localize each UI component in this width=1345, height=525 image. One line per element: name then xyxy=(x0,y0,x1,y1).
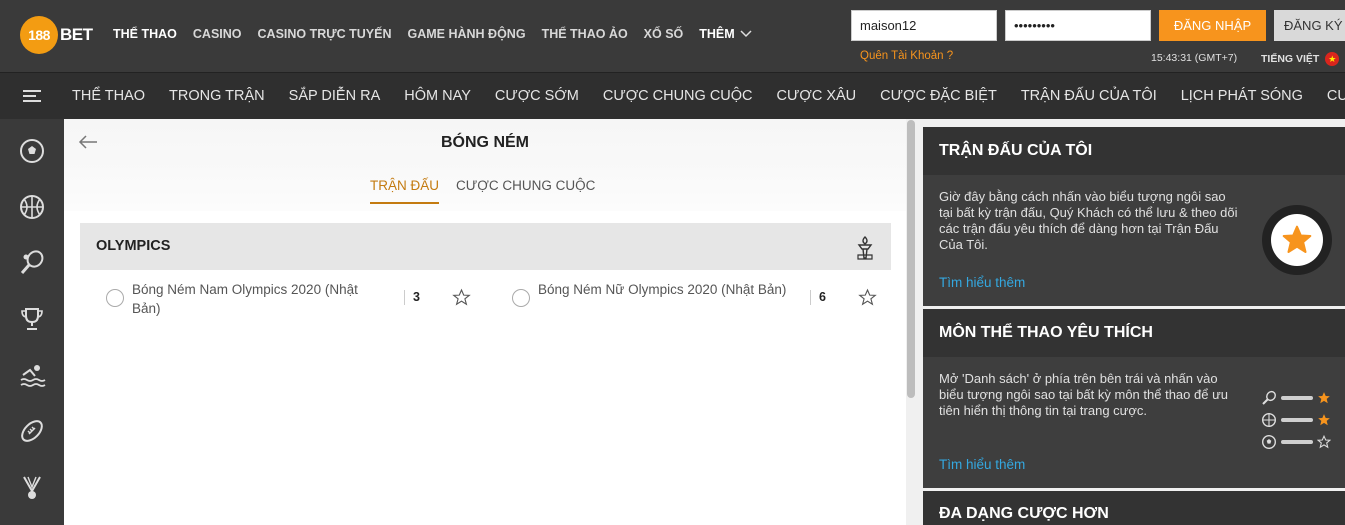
star-icon xyxy=(1282,225,1312,253)
favorite-star-illustration xyxy=(1262,205,1332,275)
logo-badge: 188 xyxy=(20,16,58,54)
sports-nav-tran-dau-cua-toi[interactable]: TRẬN ĐẤU CỦA TÔI xyxy=(1021,88,1157,104)
sports-nav-cuoc-som[interactable]: CƯỢC SỚM xyxy=(495,88,579,104)
soccer-icon xyxy=(1261,434,1277,450)
sports-nav-the-thao[interactable]: THỂ THAO xyxy=(72,88,145,104)
tennis-icon xyxy=(1262,390,1276,405)
top-nav: THỂ THAO CASINO CASINO TRỰC TUYẾN GAME H… xyxy=(113,27,768,41)
favorite-sports-title: MÔN THỂ THAO YÊU THÍCH xyxy=(923,309,1345,357)
sports-nav-cuoc-xau[interactable]: CƯỢC XÂU xyxy=(777,88,857,104)
top-nav-casino[interactable]: CASINO xyxy=(193,27,242,41)
star-icon xyxy=(1318,414,1330,426)
top-header: 188 BET THỂ THAO CASINO CASINO TRỰC TUYẾ… xyxy=(0,0,1345,72)
competition-group-header[interactable]: OLYMPICS xyxy=(80,223,891,270)
login-form: ĐĂNG NHẬP ĐĂNG KÝ xyxy=(851,10,1345,41)
sports-nav-cuoc-more[interactable]: CƯỢC xyxy=(1327,88,1345,104)
sports-nav-sap-dien-ra[interactable]: SẮP DIỄN RA xyxy=(289,88,381,104)
sports-nav-cuoc-dac-biet[interactable]: CƯỢC ĐẶC BIỆT xyxy=(880,88,997,104)
match-count: 6 xyxy=(810,290,826,305)
american-football-icon[interactable] xyxy=(18,417,46,445)
favorite-sports-widget: MÔN THỂ THAO YÊU THÍCH Mở 'Danh sách' ở … xyxy=(923,309,1345,488)
clock: 15:43:31 (GMT+7) xyxy=(1151,52,1238,64)
trophy-icon[interactable] xyxy=(18,305,46,333)
more-bets-title: ĐA DẠNG CƯỢC HƠN xyxy=(923,491,1345,525)
favorite-sports-text: Mở 'Danh sách' ở phía trên bên trái và n… xyxy=(939,371,1229,418)
my-matches-text: Giờ đây bằng cách nhấn vào biểu tượng ng… xyxy=(939,189,1238,252)
competition-group-title: OLYMPICS xyxy=(96,238,171,254)
logo[interactable]: 188 BET xyxy=(20,16,93,54)
my-matches-title: TRẬN ĐẤU CỦA TÔI xyxy=(923,127,1345,175)
hamburger-menu-icon[interactable] xyxy=(23,90,41,105)
favorite-sports-learn-more-link[interactable]: Tìm hiểu thêm xyxy=(939,457,1025,472)
competition-select-radio[interactable] xyxy=(106,289,124,307)
logo-text: BET xyxy=(60,25,93,44)
top-nav-the-thao-ao[interactable]: THỂ THAO ẢO xyxy=(542,27,628,41)
sports-nav-cuoc-chung-cuoc[interactable]: CƯỢC CHUNG CUỘC xyxy=(603,88,753,104)
sports-nav-lich-phat-song[interactable]: LỊCH PHÁT SÓNG xyxy=(1181,88,1303,104)
top-nav-more[interactable]: THÊM xyxy=(699,27,752,41)
star-outline-icon xyxy=(1317,435,1331,449)
badminton-icon[interactable] xyxy=(18,473,46,501)
username-input[interactable] xyxy=(851,10,997,41)
sports-nav-items: THỂ THAO TRONG TRẬN SẮP DIỄN RA HÔM NAY … xyxy=(72,88,1345,104)
star-icon[interactable] xyxy=(858,288,877,307)
favorite-sports-illustration xyxy=(1261,387,1331,453)
password-input[interactable] xyxy=(1005,10,1151,41)
sports-nav-trong-tran[interactable]: TRONG TRẬN xyxy=(169,88,265,104)
chevron-down-icon xyxy=(740,30,752,38)
competition-item[interactable]: Bóng Ném Nữ Olympics 2020 (Nhật Bản) 6 xyxy=(512,280,892,320)
tab-tran-dau[interactable]: TRẬN ĐẤU xyxy=(370,178,440,204)
match-count: 3 xyxy=(404,290,420,305)
language-selector[interactable]: TIẾNG VIỆT ★ xyxy=(1261,52,1340,66)
scrollbar-thumb[interactable] xyxy=(907,120,915,398)
sports-nav-hom-nay[interactable]: HÔM NAY xyxy=(404,88,471,104)
swimming-icon[interactable] xyxy=(18,361,46,389)
page-title: BÓNG NÉM xyxy=(441,134,529,151)
basketball-icon xyxy=(1261,412,1277,428)
top-nav-the-thao[interactable]: THỂ THAO xyxy=(113,27,177,41)
favorite-sports-body: Mở 'Danh sách' ở phía trên bên trái và n… xyxy=(923,357,1345,472)
top-nav-casino-truc-tuyen[interactable]: CASINO TRỰC TUYẾN xyxy=(258,27,392,41)
more-bets-widget: ĐA DẠNG CƯỢC HƠN xyxy=(923,491,1345,525)
soccer-icon[interactable] xyxy=(18,137,46,165)
competition-name: Bóng Ném Nữ Olympics 2020 (Nhật Bản) xyxy=(538,282,787,297)
forgot-account-link[interactable]: Quên Tài Khoản ? xyxy=(860,50,953,62)
vietnam-flag-icon: ★ xyxy=(1325,52,1340,66)
top-nav-xo-so[interactable]: XỔ SỐ xyxy=(644,27,684,41)
sport-header: BÓNG NÉM TRẬN ĐẤU CƯỢC CHUNG CUỘC xyxy=(64,119,906,211)
top-nav-more-label: THÊM xyxy=(699,27,735,41)
basketball-icon[interactable] xyxy=(18,193,46,221)
top-nav-game-hanh-dong[interactable]: GAME HÀNH ĐỘNG xyxy=(408,27,526,41)
register-button[interactable]: ĐĂNG KÝ xyxy=(1274,10,1345,41)
language-label: TIẾNG VIỆT xyxy=(1261,53,1320,65)
sport-tabs: TRẬN ĐẤU CƯỢC CHUNG CUỘC xyxy=(370,178,612,204)
star-icon[interactable] xyxy=(452,288,471,307)
olympic-torch-icon xyxy=(857,236,873,260)
my-matches-learn-more-link[interactable]: Tìm hiểu thêm xyxy=(939,275,1025,290)
main-panel: BÓNG NÉM TRẬN ĐẤU CƯỢC CHUNG CUỘC OLYMPI… xyxy=(64,119,906,525)
tennis-icon[interactable] xyxy=(18,249,46,277)
competition-name: Bóng Ném Nam Olympics 2020 (Nhật Bản) xyxy=(132,282,358,316)
sports-sidebar xyxy=(0,119,64,525)
login-button[interactable]: ĐĂNG NHẬP xyxy=(1159,10,1266,41)
sports-nav: THỂ THAO TRONG TRẬN SẮP DIỄN RA HÔM NAY … xyxy=(0,72,1345,119)
my-matches-body: Giờ đây bằng cách nhấn vào biểu tượng ng… xyxy=(923,175,1345,290)
competition-select-radio[interactable] xyxy=(512,289,530,307)
star-icon xyxy=(1318,392,1330,404)
tab-cuoc-chung-cuoc[interactable]: CƯỢC CHUNG CUỘC xyxy=(456,178,595,204)
my-matches-widget: TRẬN ĐẤU CỦA TÔI Giờ đây bằng cách nhấn … xyxy=(923,127,1345,306)
competition-item[interactable]: Bóng Ném Nam Olympics 2020 (Nhật Bản) 3 xyxy=(106,280,486,320)
